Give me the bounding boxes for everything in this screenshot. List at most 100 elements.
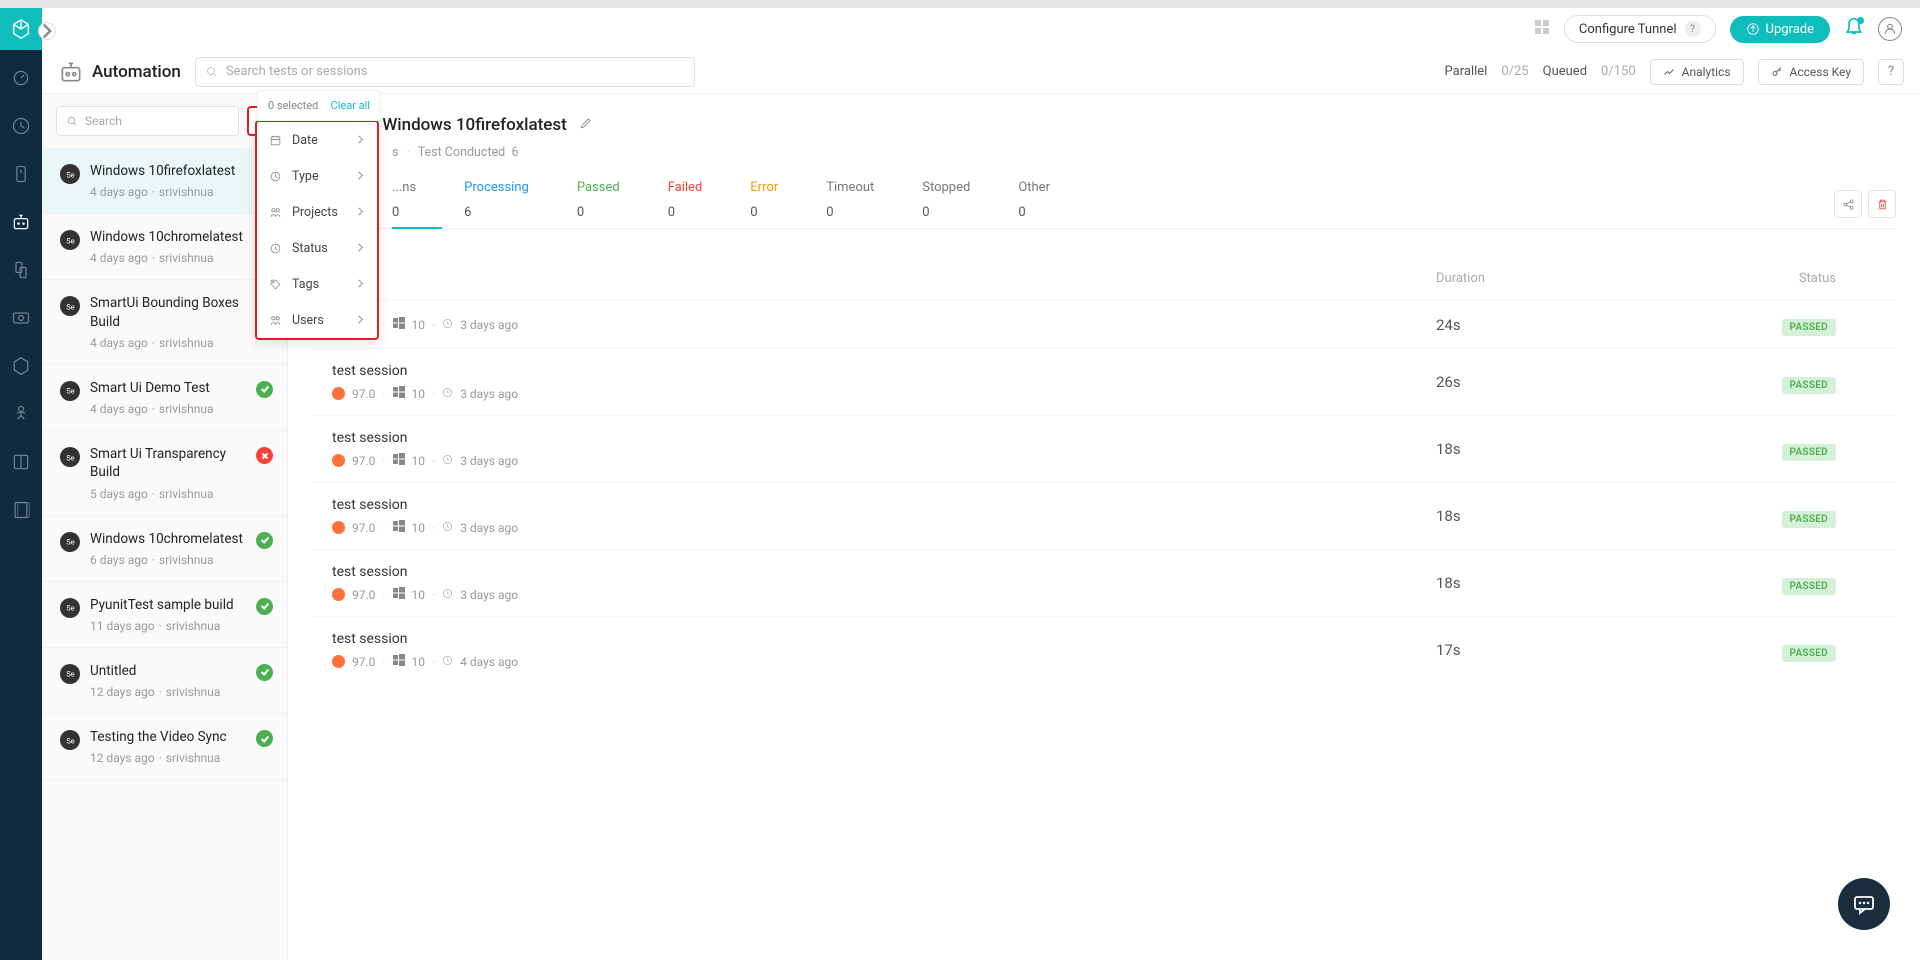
build-item-meta: 4 days ago·srivishnua <box>90 336 246 350</box>
session-name: test session <box>332 564 1436 580</box>
chevron-right-icon <box>356 133 365 148</box>
selenium-icon: Se <box>60 164 80 184</box>
col-duration: Duration <box>1436 271 1676 286</box>
build-item[interactable]: Se Windows 10firefoxlatest 4 days ago·sr… <box>42 148 287 214</box>
firefox-icon <box>332 387 345 400</box>
filter-item-tags[interactable]: Tags <box>257 266 377 302</box>
nav-item-9[interactable] <box>11 452 31 472</box>
build-item[interactable]: Se Testing the Video Sync 12 days ago·sr… <box>42 714 287 780</box>
build-item-title: Smart Ui Transparency Build <box>90 445 246 481</box>
windows-icon <box>393 654 405 669</box>
session-duration: 26s <box>1436 373 1676 391</box>
session-row[interactable]: test session 97.0· 10· 3 days ago 18s PA… <box>312 549 1896 616</box>
stat-failed[interactable]: Failed0 <box>668 180 703 220</box>
session-meta: 97.0· 10· 3 days ago <box>332 453 1436 468</box>
chat-button[interactable] <box>1838 878 1890 930</box>
build-item[interactable]: Se SmartUi Bounding Boxes Build 4 days a… <box>42 280 287 364</box>
tunnel-label: Configure Tunnel <box>1579 22 1677 37</box>
filter-item-label: Tags <box>292 277 319 292</box>
logo[interactable] <box>0 8 42 50</box>
build-item-status-icon <box>256 532 273 549</box>
firefox-icon <box>332 521 345 534</box>
build-item[interactable]: Se Windows 10chromelatest 4 days ago·sri… <box>42 214 287 280</box>
page-title: Automation <box>92 62 181 82</box>
analytics-button[interactable]: Analytics <box>1650 59 1744 85</box>
user-icon <box>1883 22 1897 36</box>
stat-label: Timeout <box>826 180 874 195</box>
stat-error[interactable]: Error0 <box>750 180 778 220</box>
col-status: Status <box>1676 271 1876 286</box>
stat-value: 0 <box>577 205 620 220</box>
firefox-icon <box>332 454 345 467</box>
nav-automation[interactable] <box>11 212 31 232</box>
build-item-title: Windows 10chromelatest <box>90 228 246 246</box>
stat-other[interactable]: Other0 <box>1018 180 1050 220</box>
clock-icon <box>442 454 453 468</box>
stat-stopped[interactable]: Stopped0 <box>922 180 970 220</box>
nav-item-8[interactable] <box>11 404 31 424</box>
build-item-meta: 11 days ago·srivishnua <box>90 619 246 633</box>
filter-item-label: Projects <box>292 205 338 220</box>
notifications-button[interactable] <box>1844 17 1864 41</box>
automation-icon <box>58 59 84 85</box>
session-status-badge: PASSED <box>1676 574 1876 593</box>
filter-item-users[interactable]: Users <box>257 302 377 338</box>
apps-grid-icon[interactable] <box>1534 19 1550 39</box>
nav-item-5[interactable] <box>11 260 31 280</box>
configure-tunnel-button[interactable]: Configure Tunnel ? <box>1564 15 1716 43</box>
help-button[interactable]: ? <box>1878 59 1904 85</box>
filter-item-date[interactable]: Date <box>257 122 377 158</box>
parallel-value: 0/25 <box>1501 64 1528 79</box>
build-item[interactable]: Se Untitled 12 days ago·srivishnua <box>42 648 287 714</box>
expand-nav-button[interactable] <box>38 22 56 40</box>
session-row[interactable]: test session 97.0· 10· 3 days ago 18s PA… <box>312 482 1896 549</box>
profile-button[interactable] <box>1878 17 1902 41</box>
windows-icon <box>393 587 405 602</box>
share-button[interactable] <box>1834 190 1862 218</box>
build-search-input[interactable]: Search <box>56 106 239 136</box>
svg-text:Se: Se <box>66 453 74 462</box>
build-title: Windows 10firefoxlatest <box>382 115 567 135</box>
queued-label: Queued <box>1543 64 1587 79</box>
edit-title-button[interactable] <box>579 115 593 134</box>
stat-label: Other <box>1018 180 1050 195</box>
stat-value: 0 <box>668 205 703 220</box>
tunnel-help-icon[interactable]: ? <box>1685 21 1701 37</box>
nav-item-3[interactable] <box>11 164 31 184</box>
selenium-icon: Se <box>60 381 80 401</box>
filter-item-type[interactable]: Type <box>257 158 377 194</box>
nav-dashboard[interactable] <box>11 68 31 88</box>
build-item-status-icon <box>256 730 273 747</box>
session-row[interactable]: 97.0· 10· 3 days ago 24s PASSED <box>312 300 1896 348</box>
clock-icon <box>442 318 453 332</box>
filter-item-status[interactable]: Status <box>257 230 377 266</box>
nav-item-7[interactable] <box>11 356 31 376</box>
session-row[interactable]: test session 97.0· 10· 3 days ago 26s PA… <box>312 348 1896 415</box>
chevron-right-icon <box>39 20 55 42</box>
upgrade-button[interactable]: Upgrade <box>1730 16 1830 43</box>
build-item[interactable]: Se Smart Ui Demo Test 4 days ago·srivish… <box>42 365 287 431</box>
upgrade-label: Upgrade <box>1766 22 1814 37</box>
session-status-badge: PASSED <box>1676 440 1876 459</box>
stat-processing[interactable]: Processing6 <box>464 180 529 220</box>
session-row[interactable]: test session 97.0· 10· 3 days ago 18s PA… <box>312 415 1896 482</box>
nav-item-6[interactable] <box>11 308 31 328</box>
stat-timeout[interactable]: Timeout0 <box>826 180 874 220</box>
stat-ns[interactable]: ...ns0 <box>392 180 416 220</box>
stat-passed[interactable]: Passed0 <box>577 180 620 220</box>
session-duration: 18s <box>1436 440 1676 458</box>
access-key-button[interactable]: Access Key <box>1758 59 1864 85</box>
filter-clear-all[interactable]: Clear all <box>331 99 370 112</box>
session-row[interactable]: test session 97.0· 10· 4 days ago 17s PA… <box>312 616 1896 683</box>
access-key-label: Access Key <box>1790 65 1851 79</box>
global-search-input[interactable]: Search tests or sessions <box>195 57 695 87</box>
build-item[interactable]: Se Windows 10chromelatest 6 days ago·sri… <box>42 516 287 582</box>
nav-realtime[interactable] <box>11 116 31 136</box>
filter-item-projects[interactable]: Projects <box>257 194 377 230</box>
build-item[interactable]: Se PyunitTest sample build 11 days ago·s… <box>42 582 287 648</box>
nav-item-10[interactable] <box>11 500 31 520</box>
build-item[interactable]: Se Smart Ui Transparency Build 5 days ag… <box>42 431 287 515</box>
analytics-label: Analytics <box>1682 65 1731 79</box>
svg-text:Se: Se <box>66 736 74 745</box>
delete-button[interactable] <box>1868 190 1896 218</box>
